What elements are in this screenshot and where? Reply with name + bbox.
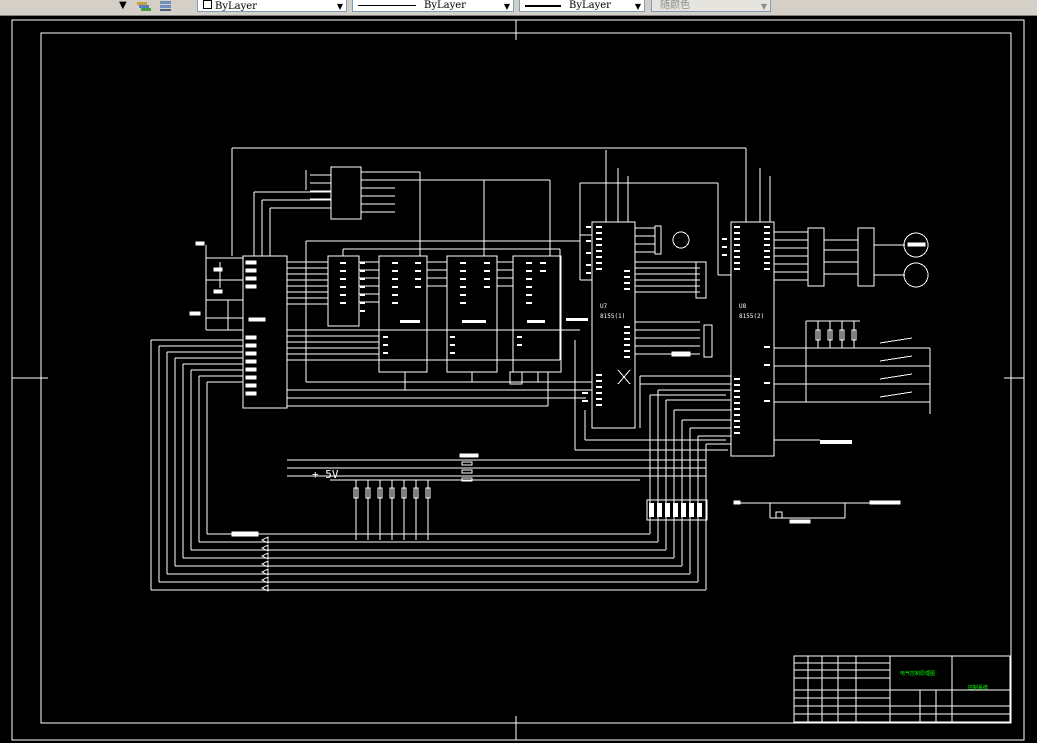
output-relay-circuit — [733, 500, 901, 524]
plotstyle-control-value: 随颜色 — [660, 0, 690, 11]
chevron-down-icon: ▼ — [336, 2, 343, 11]
clock-reset-circuit — [189, 241, 243, 331]
dropdown-arrow-icon[interactable]: ▼ — [119, 0, 127, 12]
memory-chip-row — [327, 255, 588, 373]
chevron-down-icon: ▼ — [760, 2, 767, 11]
u7-part-label: 8155(1) — [600, 313, 626, 320]
u7-8155-chip — [579, 150, 636, 429]
u7-output-circuit — [635, 225, 713, 358]
chevron-down-icon: ▼ — [634, 2, 641, 11]
lineweight-control-value: ByLayer — [569, 0, 611, 11]
left-main-chip — [242, 255, 288, 409]
color-control-value: ByLayer — [215, 1, 257, 12]
pullup-resistor-bank — [330, 479, 640, 540]
upper-left-chip — [305, 166, 420, 220]
color-swatch-icon — [203, 0, 212, 9]
u8-part-label: 8155(2) — [739, 313, 765, 320]
address-bus-lines — [287, 241, 592, 407]
motor-driver-circuit — [774, 227, 929, 288]
cad-drawing-area[interactable] — [0, 15, 1037, 743]
motor-y-icon — [903, 262, 929, 288]
linetype-control-value: ByLayer — [424, 0, 466, 11]
layer-stack-icon[interactable] — [158, 0, 174, 12]
properties-toolbar: ▼ ByLayer ▼ ByLayer ▼ ByLayer ▼ 随颜色 ▼ — [0, 0, 1037, 16]
titleblock-system-name: 控制系统 — [968, 685, 989, 691]
linetype-control-dropdown[interactable]: ByLayer ▼ — [352, 0, 514, 12]
u7-ref-label: U7 — [600, 303, 608, 310]
power-rail-label: + 5V — [312, 468, 339, 481]
outer-border — [11, 19, 1025, 741]
limit-switch-circuit — [774, 320, 931, 414]
titleblock-drawing-title: 电气控制原理图 — [900, 671, 936, 677]
linetype-sample — [358, 5, 416, 6]
color-control-dropdown[interactable]: ByLayer ▼ — [197, 0, 347, 12]
lineweight-sample — [525, 4, 561, 7]
layers-icon[interactable] — [136, 0, 152, 12]
chevron-down-icon: ▼ — [503, 2, 510, 11]
u8-ref-label: U8 — [739, 303, 747, 310]
plotstyle-control-dropdown: 随颜色 ▼ — [651, 0, 771, 12]
left-io-bus — [150, 339, 706, 592]
center-marks — [12, 20, 1024, 740]
u8-8155-chip — [718, 168, 852, 457]
lineweight-control-dropdown[interactable]: ByLayer ▼ — [519, 0, 645, 12]
inner-border — [40, 32, 1012, 724]
